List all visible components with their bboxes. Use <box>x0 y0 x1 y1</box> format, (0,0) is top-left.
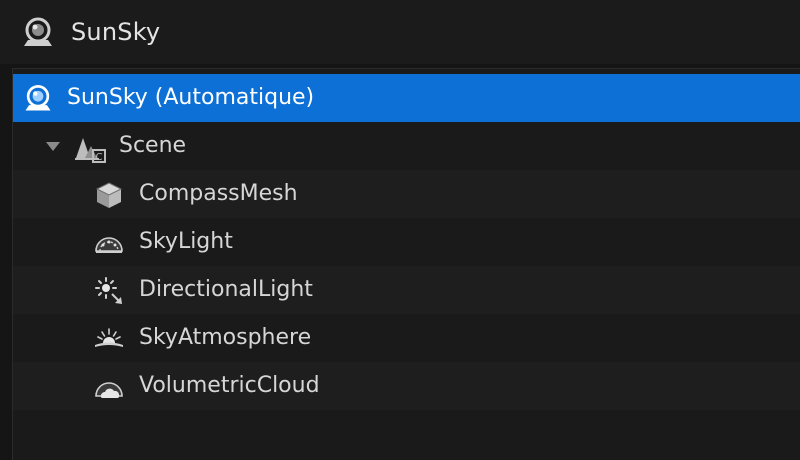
scene-component-icon: C <box>75 138 106 163</box>
tree-row-sunsky-root[interactable]: SunSky (Automatique) <box>13 74 800 122</box>
tree-row-scene[interactable]: C Scene <box>13 122 800 170</box>
tree-row-label: VolumetricCloud <box>139 373 320 398</box>
sunsky-actor-icon <box>25 85 51 111</box>
tree-row-directionallight[interactable]: DirectionalLight <box>13 266 800 314</box>
component-tree: SunSky (Automatique) C Scene CompassMesh <box>12 68 800 460</box>
chevron-down-icon[interactable] <box>46 142 60 151</box>
tree-row-label: SunSky (Automatique) <box>67 85 315 110</box>
tree-row-label: CompassMesh <box>139 181 298 206</box>
tree-row-skyatmosphere[interactable]: SkyAtmosphere <box>13 314 800 362</box>
tree-row-label: SkyLight <box>139 229 233 254</box>
sunsky-actor-icon <box>24 17 52 46</box>
tree-row-label: SkyAtmosphere <box>139 325 312 350</box>
volumetric-cloud-icon <box>95 382 123 398</box>
panel-header: SunSky <box>0 0 800 64</box>
tree-row-volumetriccloud[interactable]: VolumetricCloud <box>13 362 800 410</box>
tree-row-compassmesh[interactable]: CompassMesh <box>13 170 800 218</box>
sky-atmosphere-icon <box>95 328 123 347</box>
sky-light-icon <box>95 237 123 253</box>
tree-row-skylight[interactable]: SkyLight <box>13 218 800 266</box>
static-mesh-icon <box>95 182 123 208</box>
tree-row-label: Scene <box>119 133 187 158</box>
tree-row-label: DirectionalLight <box>139 277 313 302</box>
svg-text:C: C <box>96 152 103 163</box>
directional-light-icon <box>95 277 122 304</box>
panel-title: SunSky <box>71 18 161 46</box>
component-tree-panel: SunSky SunSky (Automatique) C Scene Comp… <box>0 0 800 460</box>
